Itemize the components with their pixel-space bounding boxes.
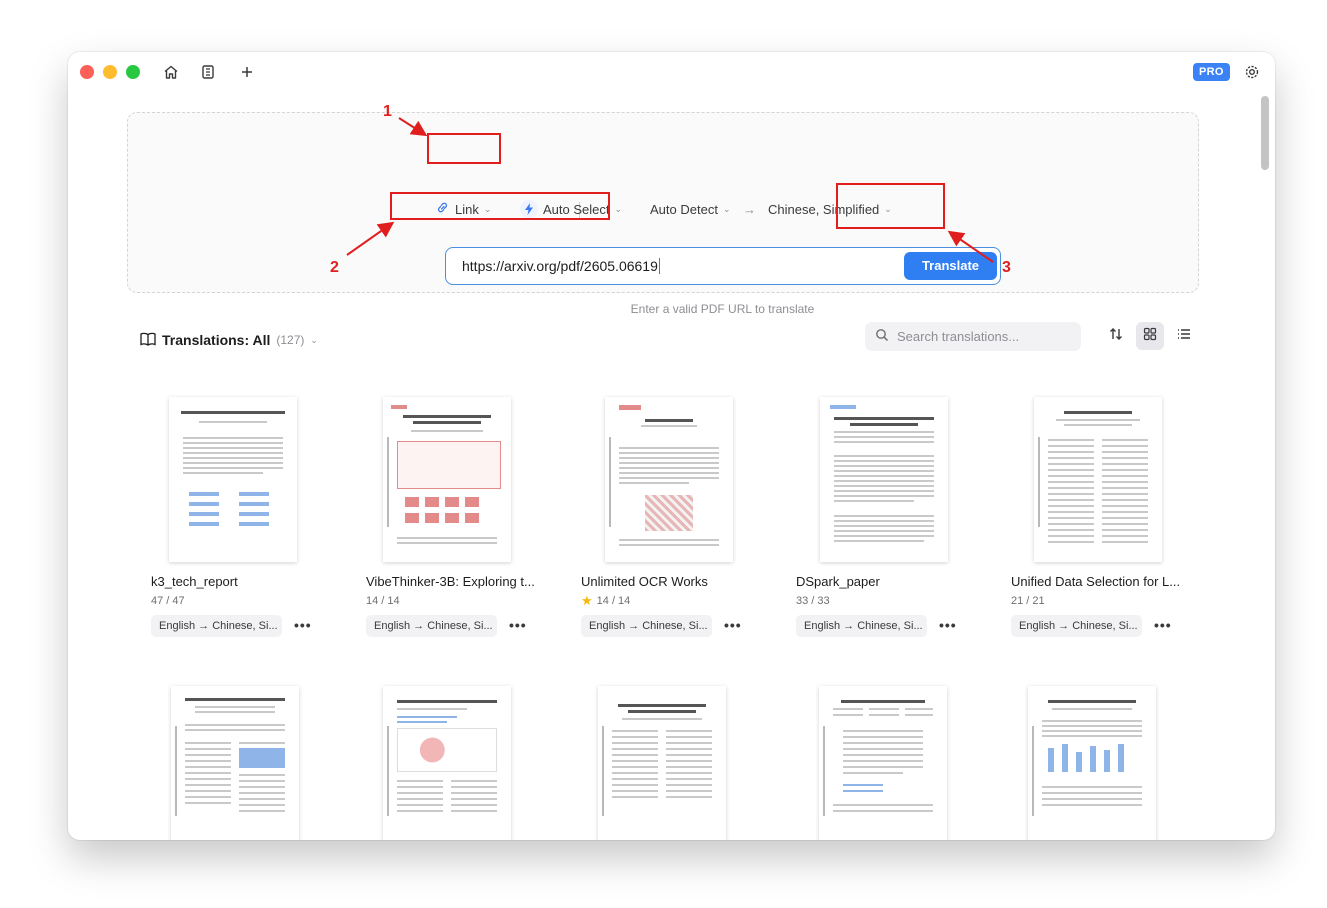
page-count: ★ 14 / 14 xyxy=(581,593,631,609)
search-input[interactable]: Search translations... xyxy=(865,322,1081,351)
page-count: 21 / 21 xyxy=(1011,595,1045,607)
translate-button[interactable]: Translate xyxy=(904,252,997,280)
chevron-down-icon: ⌄ xyxy=(310,334,318,345)
language-tag: English → Chinese, Si... xyxy=(151,615,282,637)
section-title: Translations: All xyxy=(162,332,271,348)
page-count: 33 / 33 xyxy=(796,595,830,607)
page-count: 47 / 47 xyxy=(151,595,185,607)
annotation-number: 2 xyxy=(330,259,339,276)
more-icon[interactable]: ••• xyxy=(294,617,312,633)
book-icon xyxy=(140,332,156,349)
title-bar: PRO xyxy=(68,52,1275,92)
annotation-box-url xyxy=(390,192,610,220)
scrollbar-thumb[interactable] xyxy=(1261,96,1269,170)
grid-view-button[interactable] xyxy=(1136,322,1164,350)
page-count: 14 / 14 xyxy=(366,595,400,607)
list-icon xyxy=(1177,327,1191,345)
annotation-number: 3 xyxy=(1002,259,1011,276)
pro-badge[interactable]: PRO xyxy=(1193,63,1230,81)
minimize-window-button[interactable] xyxy=(103,65,117,79)
more-icon[interactable]: ••• xyxy=(509,617,527,633)
document-thumbnail[interactable] xyxy=(171,686,299,840)
gear-icon[interactable] xyxy=(1242,62,1262,82)
search-placeholder: Search translations... xyxy=(897,329,1020,344)
annotation-box-link xyxy=(427,133,501,164)
annotation-box-translate xyxy=(836,183,945,229)
source-language-label: Auto Detect xyxy=(650,201,718,217)
source-language-dropdown[interactable]: Auto Detect ⌄ xyxy=(650,198,730,220)
chevron-down-icon: ⌄ xyxy=(722,203,731,214)
document-thumbnail[interactable] xyxy=(1028,686,1156,840)
language-tag: English → Chinese, Si... xyxy=(796,615,927,637)
language-tag: English → Chinese, Si... xyxy=(1011,615,1142,637)
more-icon[interactable]: ••• xyxy=(1154,617,1172,633)
annotation-number: 1 xyxy=(383,103,392,120)
document-thumbnail[interactable] xyxy=(1034,397,1162,562)
grid-icon xyxy=(1143,327,1157,346)
document-thumbnail[interactable] xyxy=(383,397,511,562)
search-icon xyxy=(875,328,889,345)
language-tag: English → Chinese, Si... xyxy=(581,615,712,637)
document-thumbnail[interactable] xyxy=(819,686,947,840)
arrow-right-icon: → xyxy=(743,201,756,217)
document-thumbnail[interactable] xyxy=(383,686,511,840)
star-icon[interactable]: ★ xyxy=(581,593,593,609)
language-tag: English → Chinese, Si... xyxy=(366,615,497,637)
document-thumbnail[interactable] xyxy=(605,397,733,562)
chevron-down-icon: ⌄ xyxy=(614,203,623,214)
url-input-value: https://arxiv.org/pdf/2605.06619 xyxy=(462,258,661,274)
document-thumbnail[interactable] xyxy=(169,397,297,562)
home-icon[interactable] xyxy=(161,62,181,82)
app-window: PRO Link ⌄ Auto Select ⌄ Auto Detect ⌄ →… xyxy=(68,52,1275,840)
card-title: k3_tech_report xyxy=(151,574,238,589)
document-list-icon[interactable] xyxy=(198,62,218,82)
more-icon[interactable]: ••• xyxy=(724,617,742,633)
plus-icon[interactable] xyxy=(237,62,257,82)
url-hint: Enter a valid PDF URL to translate xyxy=(630,302,815,316)
translate-panel: Link ⌄ Auto Select ⌄ Auto Detect ⌄ → Chi… xyxy=(127,112,1199,316)
sort-button[interactable] xyxy=(1102,322,1130,350)
translations-count: (127) xyxy=(276,333,305,347)
translations-filter[interactable]: Translations: All (127) ⌄ xyxy=(140,330,318,350)
document-thumbnail[interactable] xyxy=(820,397,948,562)
zoom-window-button[interactable] xyxy=(126,65,140,79)
card-title: Unlimited OCR Works xyxy=(581,574,708,589)
more-icon[interactable]: ••• xyxy=(939,617,957,633)
sort-arrows-icon xyxy=(1108,326,1124,347)
document-thumbnail[interactable] xyxy=(598,686,726,840)
close-window-button[interactable] xyxy=(80,65,94,79)
list-view-button[interactable] xyxy=(1170,322,1198,350)
card-title: Unified Data Selection for L... xyxy=(1011,574,1181,589)
card-title: VibeThinker-3B: Exploring t... xyxy=(366,574,535,589)
card-title: DSpark_paper xyxy=(796,574,880,589)
